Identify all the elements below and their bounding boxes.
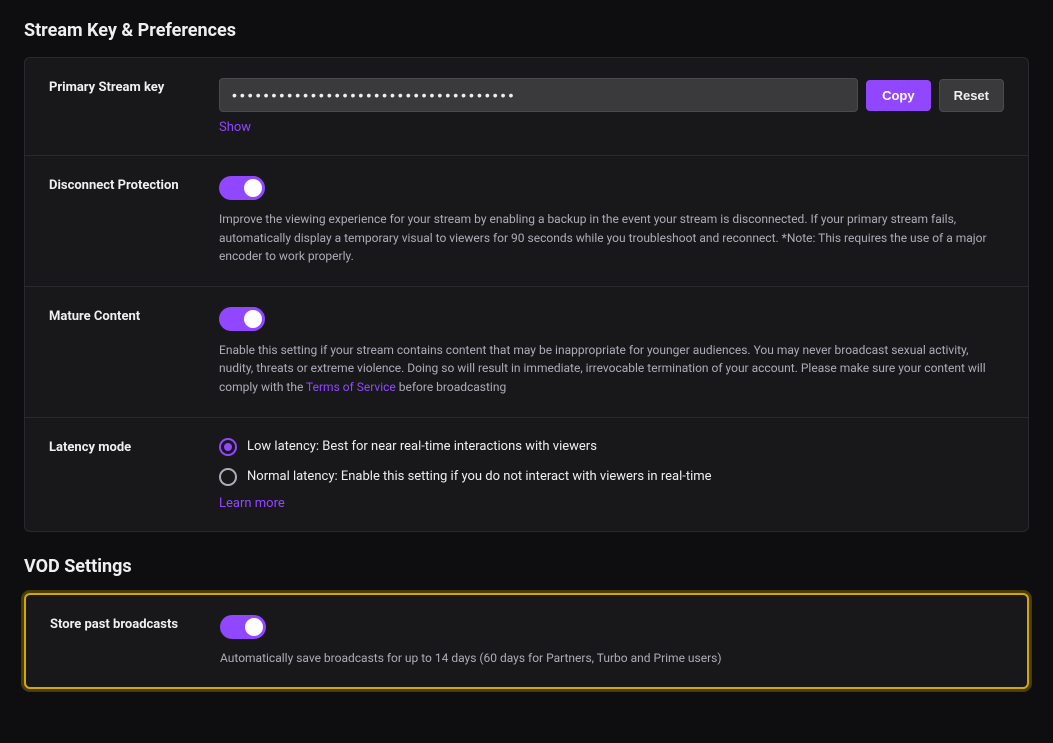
low-latency-option[interactable]: Low latency: Best for near real-time int…: [219, 438, 1004, 456]
disconnect-toggle-thumb: [244, 179, 262, 197]
disconnect-toggle-track: [219, 176, 265, 200]
show-link[interactable]: Show: [219, 120, 251, 135]
low-latency-label: Low latency: Best for near real-time int…: [247, 439, 597, 454]
store-broadcasts-description: Automatically save broadcasts for up to …: [220, 649, 1003, 668]
store-broadcasts-toggle-thumb: [245, 618, 263, 636]
store-broadcasts-toggle-container: [220, 615, 1003, 639]
mature-toggle-container: [219, 307, 1004, 331]
low-latency-radio[interactable]: [219, 438, 237, 456]
latency-mode-label: Latency mode: [49, 438, 219, 455]
normal-latency-radio[interactable]: [219, 468, 237, 486]
copy-button[interactable]: Copy: [866, 80, 931, 111]
disconnect-protection-label: Disconnect Protection: [49, 176, 219, 193]
stream-key-label: Primary Stream key: [49, 78, 219, 95]
mature-toggle[interactable]: [219, 307, 265, 331]
vod-section-title: VOD Settings: [24, 556, 1029, 577]
disconnect-description: Improve the viewing experience for your …: [219, 210, 1004, 266]
latency-mode-row: Latency mode Low latency: Best for near …: [25, 418, 1028, 531]
terms-of-service-link[interactable]: Terms of Service: [306, 380, 396, 394]
stream-preferences-panel: Primary Stream key Copy Reset Show Disco…: [24, 57, 1029, 532]
page-title: Stream Key & Preferences: [24, 20, 1029, 41]
mature-toggle-thumb: [244, 310, 262, 328]
stream-key-input[interactable]: [219, 78, 858, 112]
stream-key-row: Primary Stream key Copy Reset Show: [25, 58, 1028, 156]
disconnect-toggle-container: [219, 176, 1004, 200]
mature-content-row: Mature Content Enable this setting if yo…: [25, 287, 1028, 418]
mature-content-label: Mature Content: [49, 307, 219, 324]
store-broadcasts-content: Automatically save broadcasts for up to …: [220, 615, 1003, 668]
mature-content-content: Enable this setting if your stream conta…: [219, 307, 1004, 397]
store-broadcasts-row: Store past broadcasts Automatically save…: [26, 595, 1027, 688]
normal-latency-option[interactable]: Normal latency: Enable this setting if y…: [219, 468, 1004, 486]
normal-latency-label: Normal latency: Enable this setting if y…: [247, 469, 712, 484]
store-broadcasts-toggle[interactable]: [220, 615, 266, 639]
disconnect-protection-row: Disconnect Protection Improve the viewin…: [25, 156, 1028, 287]
disconnect-toggle[interactable]: [219, 176, 265, 200]
vod-settings-panel: Store past broadcasts Automatically save…: [24, 593, 1029, 690]
learn-more-link[interactable]: Learn more: [219, 496, 285, 511]
mature-toggle-track: [219, 307, 265, 331]
reset-button[interactable]: Reset: [939, 79, 1004, 112]
disconnect-protection-content: Improve the viewing experience for your …: [219, 176, 1004, 266]
store-broadcasts-label: Store past broadcasts: [50, 615, 220, 632]
stream-key-input-row: Copy Reset: [219, 78, 1004, 112]
store-broadcasts-toggle-track: [220, 615, 266, 639]
mature-desc-after: before broadcasting: [396, 380, 506, 394]
latency-radio-group: Low latency: Best for near real-time int…: [219, 438, 1004, 486]
stream-key-content: Copy Reset Show: [219, 78, 1004, 135]
mature-description: Enable this setting if your stream conta…: [219, 341, 1004, 397]
latency-mode-content: Low latency: Best for near real-time int…: [219, 438, 1004, 511]
